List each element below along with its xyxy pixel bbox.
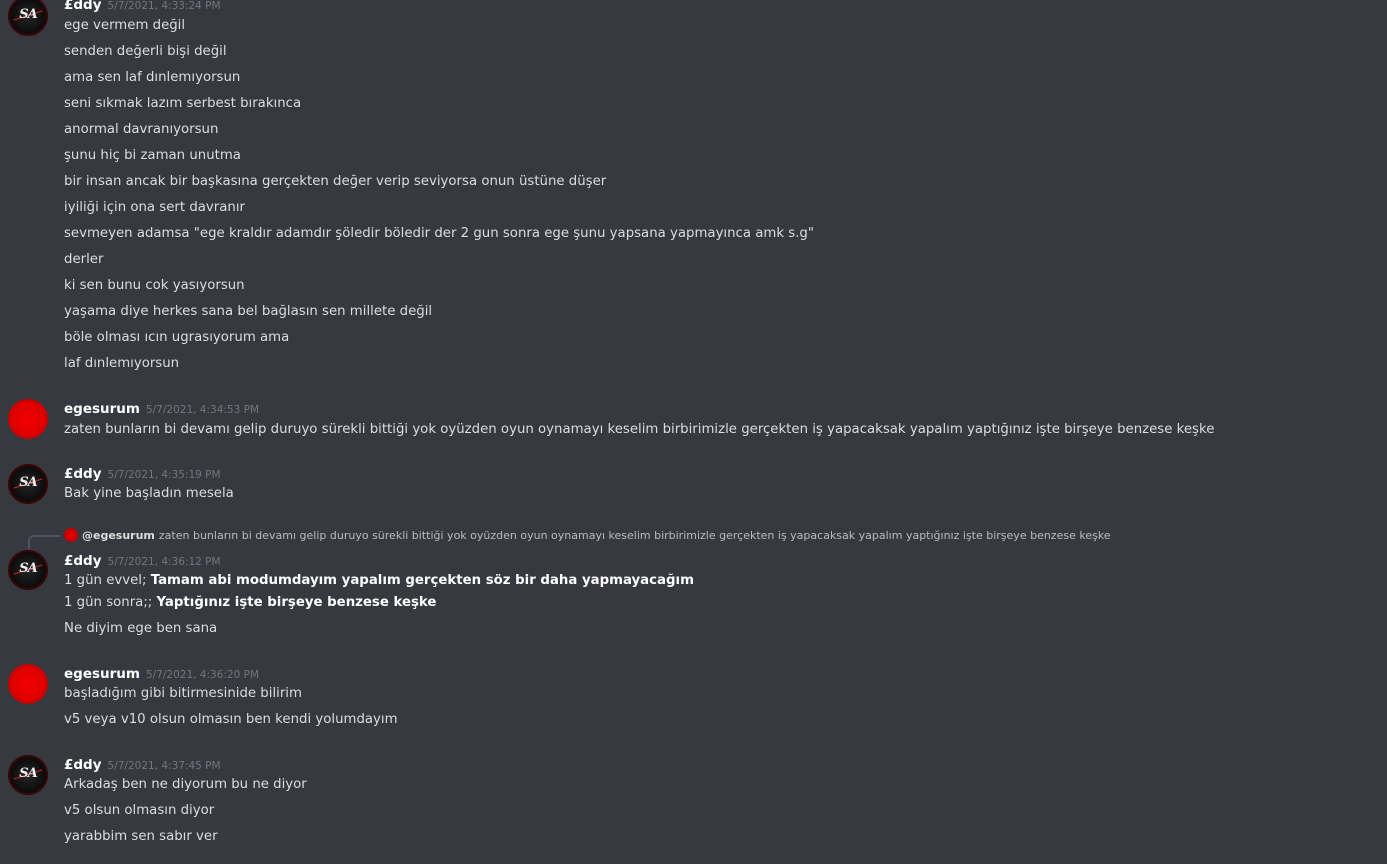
message-header: egesurum 5/7/2021, 4:36:20 PM (64, 663, 259, 683)
message-line: bir insan ancak bir başkasına gerçekten … (64, 174, 607, 189)
reply-preview[interactable]: @egesurum zaten bunların bi devamı gelip … (64, 528, 1111, 544)
username[interactable]: £ddy (64, 0, 102, 13)
message-timestamp[interactable]: 5/7/2021, 4:36:12 PM (108, 556, 221, 568)
message-header: £ddy 5/7/2021, 4:35:19 PM (64, 463, 221, 483)
message-header: £ddy 5/7/2021, 4:33:24 PM (64, 0, 221, 14)
message-line: seni sıkmak lazım serbest bırakınca (64, 96, 302, 111)
message-line: yarabbim sen sabır ver (64, 829, 218, 844)
message-line: ege vermem değil (64, 18, 186, 33)
message-text-prefix: 1 gün sonra;; (64, 595, 157, 610)
username[interactable]: £ddy (64, 466, 102, 482)
message-timestamp[interactable]: 5/7/2021, 4:37:45 PM (108, 760, 221, 772)
message-line: Bak yine başladın mesela (64, 486, 234, 501)
reply-connector (28, 535, 60, 549)
username[interactable]: egesurum (64, 666, 140, 682)
username[interactable]: £ddy (64, 757, 102, 773)
message-line: yaşama diye herkes sana bel bağlasın sen… (64, 304, 433, 319)
chat-message-list[interactable]: SA £ddy 5/7/2021, 4:33:24 PM ege vermem d… (0, 0, 1387, 864)
message-header: £ddy 5/7/2021, 4:37:45 PM (64, 754, 221, 774)
message-timestamp[interactable]: 5/7/2021, 4:33:24 PM (108, 0, 221, 12)
message-header: egesurum 5/7/2021, 4:34:53 PM (64, 398, 259, 418)
message-timestamp[interactable]: 5/7/2021, 4:36:20 PM (146, 669, 259, 681)
message-line: Ne diyim ege ben sana (64, 621, 218, 636)
message-timestamp[interactable]: 5/7/2021, 4:34:53 PM (146, 404, 259, 416)
avatar-logo-text: SA (19, 7, 37, 22)
user-avatar-eddy[interactable]: SA (8, 550, 48, 590)
message-line: ama sen laf dınlemıyorsun (64, 70, 241, 85)
message-line: Arkadaş ben ne diyorum bu ne diyor (64, 777, 307, 792)
message-line: zaten bunların bi devamı gelip duruyo sü… (64, 422, 1215, 437)
message-line: şunu hiç bi zaman unutma (64, 148, 241, 163)
user-avatar-egesurum[interactable] (8, 664, 48, 704)
avatar-logo-text: SA (19, 766, 37, 781)
message-line: sevmeyen adamsa "ege kraldır adamdır şöl… (64, 226, 814, 241)
message-line: 1 gün evvel; Tamam abi modumdayım yapalı… (64, 571, 694, 591)
message-text-bold: Tamam abi modumdayım yapalım gerçekten s… (150, 573, 694, 588)
message-line: v5 olsun olmasın diyor (64, 803, 215, 818)
message-header: £ddy 5/7/2021, 4:36:12 PM (64, 550, 221, 570)
message-line: başladığım gibi bitirmesinide bilirim (64, 686, 302, 701)
message-line: böle olması ıcın ugrasıyorum ama (64, 330, 290, 345)
username[interactable]: egesurum (64, 401, 140, 417)
username[interactable]: £ddy (64, 553, 102, 569)
message-line: iyiliği için ona sert davranır (64, 200, 245, 215)
message-line: 1 gün sonra;; Yaptığınız işte birşeye be… (64, 593, 436, 613)
reply-excerpt: zaten bunların bi devamı gelip duruyo sü… (158, 529, 1111, 542)
message-line: laf dınlemıyorsun (64, 356, 180, 371)
message-line: v5 veya v10 olsun olmasın ben kendi yolu… (64, 712, 398, 727)
user-avatar-eddy[interactable]: SA (8, 464, 48, 504)
message-line: senden değerli bişi değil (64, 44, 227, 59)
message-line: anormal davranıyorsun (64, 122, 219, 137)
message-text-prefix: 1 gün evvel; (64, 573, 151, 588)
user-avatar-eddy[interactable]: SA (8, 755, 48, 795)
avatar-logo-text: SA (19, 561, 37, 576)
user-avatar-egesurum[interactable] (8, 399, 48, 439)
avatar-logo-text: SA (19, 475, 37, 490)
user-avatar-eddy[interactable]: SA (8, 0, 48, 36)
message-line: ki sen bunu cok yasıyorsun (64, 278, 245, 293)
message-timestamp[interactable]: 5/7/2021, 4:35:19 PM (108, 469, 221, 481)
reply-mention[interactable]: @egesurum (82, 529, 155, 542)
message-text-bold: Yaptığınız işte birşeye benzese keşke (156, 595, 437, 610)
reply-avatar-egesurum (64, 528, 78, 542)
message-line: derler (64, 252, 104, 267)
